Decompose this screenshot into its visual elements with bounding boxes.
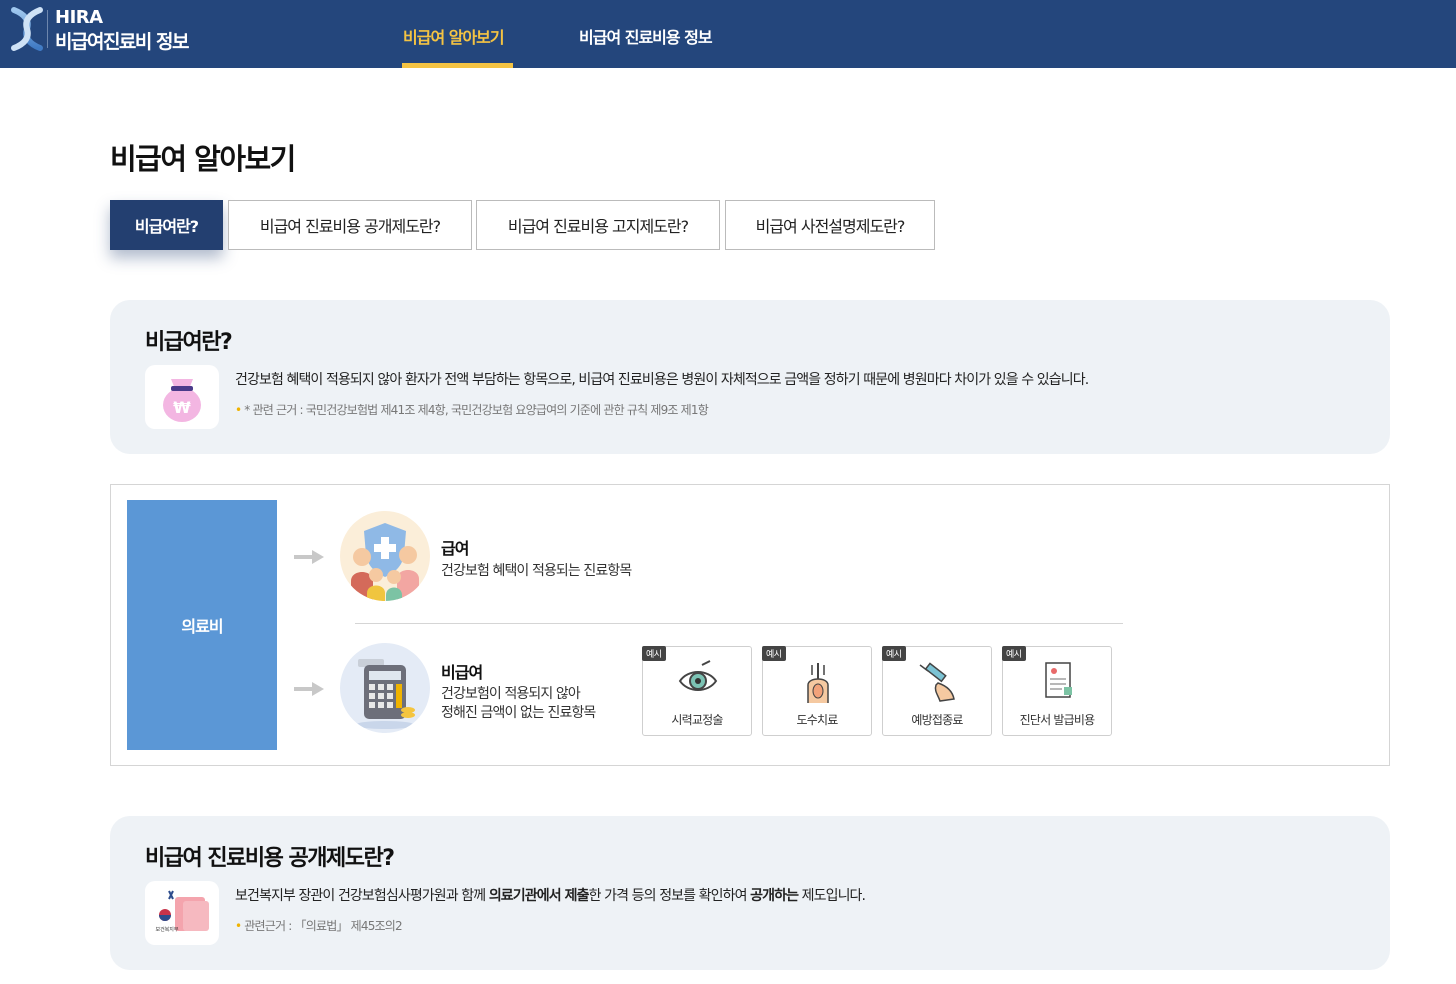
example-label: 도수치료 (796, 713, 839, 727)
branch-divider (355, 623, 1123, 624)
covered-description: 건강보험 혜택이 적용되는 진료항목 (441, 563, 632, 579)
example-badge: 예시 (1002, 646, 1026, 661)
nav-active-underline (402, 63, 513, 68)
info-box-disclosure: 비급여 진료비용 공개제도란? 보건복지부 보건복지부 장관이 건강보험심사평가… (110, 816, 1390, 970)
syringe-icon (919, 662, 955, 702)
section-legal-note: • 관련근거 : 「의료법」 제45조의2 (235, 919, 403, 933)
info-box-non-covered: 비급여란? ₩ 건강보험 혜택이 적용되지 않아 환자가 전액 부담하는 항목으… (110, 300, 1390, 454)
example-label: 진단서 발급비용 (1019, 713, 1096, 727)
arrow-right-icon (294, 682, 324, 696)
nav-item-cost-info[interactable]: 비급여 진료비용 정보 (579, 24, 713, 48)
example-card-vision-correction: 예시 시력교정술 (642, 646, 752, 736)
nav-item-about[interactable]: 비급여 알아보기 (403, 24, 505, 48)
calculator-icon (340, 643, 430, 733)
example-card-manual-therapy: 예시 도수치료 (762, 646, 872, 736)
section-title: 비급여란? (145, 330, 233, 355)
logo-text-title[interactable]: 비급여진료비 정보 (55, 27, 189, 54)
eye-icon (678, 660, 718, 691)
example-label: 예방접종료 (911, 713, 963, 727)
hira-logo-icon[interactable] (8, 6, 46, 52)
section-description: 건강보험 혜택이 적용되지 않아 환자가 전액 부담하는 항목으로, 비급여 진… (235, 372, 1089, 388)
section-title: 비급여 진료비용 공개제도란? (145, 846, 395, 871)
example-badge: 예시 (882, 646, 906, 661)
svg-text:₩: ₩ (173, 398, 191, 417)
section-legal-note: • * 관련 근거 : 국민건강보험법 제41조 제4항, 국민건강보험 요양급여… (235, 403, 709, 417)
money-bag-icon: ₩ (145, 365, 219, 429)
massage-icon (807, 663, 829, 703)
medical-cost-box: 의료비 (127, 500, 277, 750)
non-covered-title: 비급여 (441, 663, 483, 682)
tab-disclosure-system[interactable]: 비급여 진료비용 공개제도란? (228, 200, 472, 250)
non-covered-description-line2: 정해진 금액이 없는 진료항목 (441, 705, 596, 721)
coverage-diagram: 의료비 급여 건강보험 혜택이 적용되는 진료항목 비급여 건강보험이 적용되지… (110, 484, 1390, 766)
family-shield-icon (340, 511, 430, 601)
covered-title: 급여 (441, 539, 469, 558)
top-header: HIRA 비급여진료비 정보 비급여 알아보기 비급여 진료비용 정보 (0, 0, 1456, 68)
example-badge: 예시 (642, 646, 666, 661)
page-title: 비급여 알아보기 (110, 142, 296, 176)
non-covered-description-line1: 건강보험이 적용되지 않아 (441, 686, 581, 702)
example-badge: 예시 (762, 646, 786, 661)
ministry-card-icon: 보건복지부 (145, 881, 219, 945)
example-card-certificate-fee: 예시 진단서 발급비용 (1002, 646, 1112, 736)
certificate-icon (1045, 662, 1072, 698)
tab-what-is-non-covered[interactable]: 비급여란? (110, 200, 223, 250)
tab-prior-explanation-system[interactable]: 비급여 사전설명제도란? (725, 200, 935, 250)
svg-text:보건복지부: 보건복지부 (155, 926, 178, 933)
example-card-vaccination: 예시 예방접종료 (882, 646, 992, 736)
logo-divider (47, 10, 48, 48)
section-description: 보건복지부 장관이 건강보험심사평가원과 함께 의료기관에서 제출한 가격 등의… (235, 888, 866, 904)
example-label: 시력교정술 (671, 713, 723, 727)
logo-text-hira[interactable]: HIRA (55, 7, 103, 28)
tab-notice-system[interactable]: 비급여 진료비용 고지제도란? (476, 200, 720, 250)
arrow-right-icon (294, 550, 324, 564)
